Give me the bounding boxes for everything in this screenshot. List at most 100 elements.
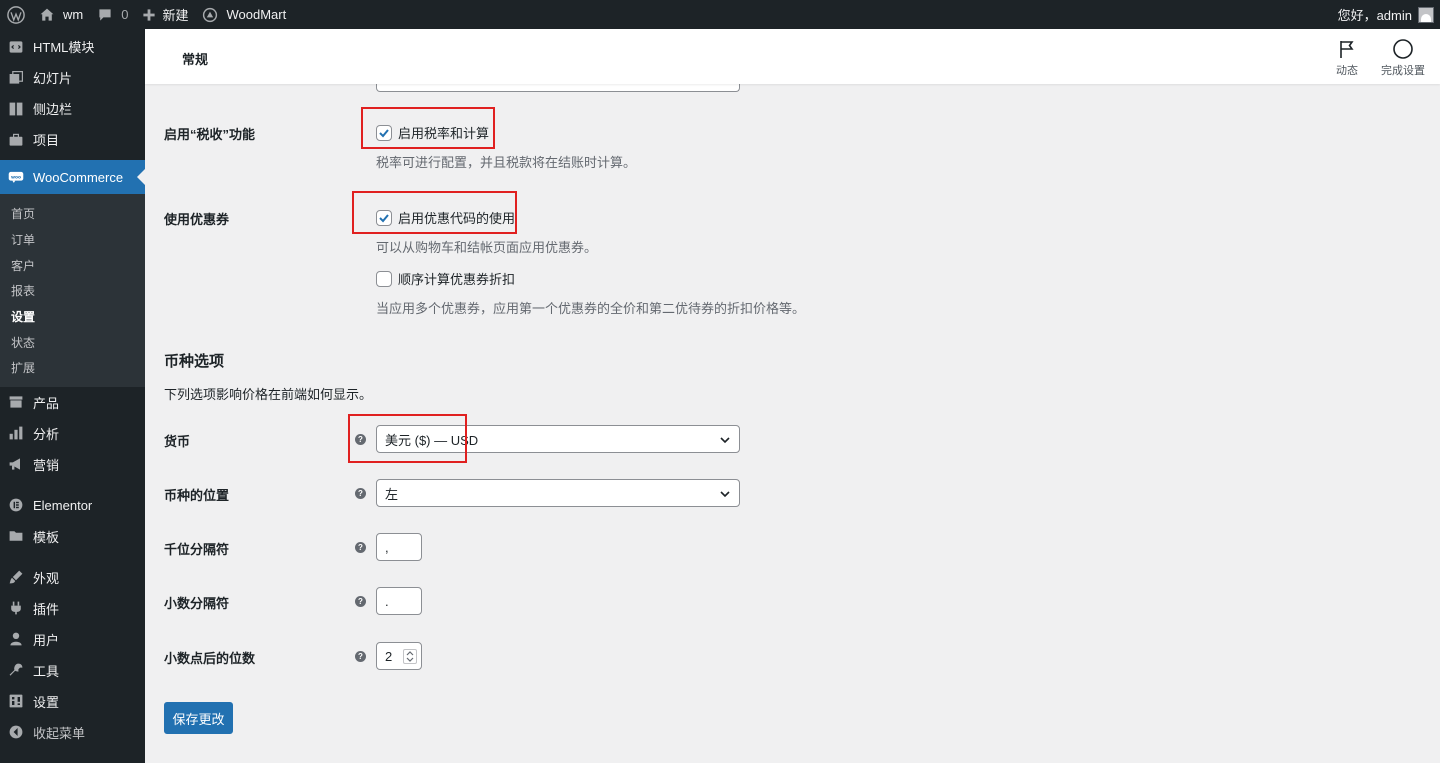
menu-label: 用户 — [33, 632, 60, 648]
my-account[interactable]: 您好，admin — [1338, 0, 1434, 29]
menu-label: 侧边栏 — [33, 102, 73, 117]
sequential-coupons-option[interactable]: 顺序计算优惠券折扣 — [376, 269, 515, 288]
submenu-item-orders[interactable]: 订单 — [0, 227, 145, 253]
collapse-icon — [8, 724, 24, 740]
enable-tax-checkbox[interactable] — [376, 124, 392, 141]
plus-icon — [143, 8, 156, 21]
enable-coupons-label: 启用优惠代码的使用 — [398, 211, 516, 226]
menu-label: 产品 — [33, 395, 60, 411]
portfolio-briefcase-icon — [8, 132, 24, 148]
admin-bar: wm 0 新建 WoodMart 您好，admin — [0, 0, 1440, 29]
enable-tax-option[interactable]: 启用税率和计算 — [376, 123, 489, 142]
wordpress-logo[interactable] — [0, 0, 32, 29]
new-label: 新建 — [162, 8, 189, 23]
help-icon[interactable]: ? — [355, 542, 366, 553]
decimals-number-input[interactable]: 2 — [376, 642, 422, 670]
currency-options-title: 币种选项 — [164, 353, 225, 370]
menu-label: WooCommerce — [33, 169, 124, 185]
svg-text:woo: woo — [11, 175, 21, 180]
decimal-separator-row-label: 小数分隔符 — [164, 596, 230, 611]
currency-position-select[interactable]: 左 — [376, 479, 740, 507]
currency-position-value: 左 — [385, 486, 399, 502]
menu-item-settings[interactable]: 设置 — [0, 686, 145, 717]
menu-item-woocommerce[interactable]: woo WooCommerce — [0, 160, 145, 194]
thousand-separator-row-label: 千位分隔符 — [164, 542, 230, 557]
currency-position-row-label: 币种的位置 — [164, 488, 230, 503]
submenu-item-extensions[interactable]: 扩展 — [0, 355, 145, 381]
menu-item-elementor[interactable]: Elementor — [0, 490, 145, 521]
thousand-separator-input[interactable]: , — [376, 533, 422, 561]
checkmark-icon — [379, 213, 389, 222]
menu-item-products[interactable]: 产品 — [0, 387, 145, 418]
menu-label: 收起菜单 — [33, 725, 86, 741]
tax-row-label: 启用“税收”功能 — [164, 127, 256, 142]
help-icon[interactable]: ? — [355, 488, 366, 499]
avatar — [1418, 6, 1434, 23]
sequential-coupons-label: 顺序计算优惠券折扣 — [398, 272, 516, 287]
finish-setup-button[interactable]: 完成设置 — [1381, 38, 1425, 78]
save-changes-button[interactable]: 保存更改 — [164, 702, 233, 734]
menu-label: Elementor — [33, 497, 93, 513]
menu-item-html-blocks[interactable]: HTML模块 — [0, 31, 145, 62]
elementor-icon — [8, 497, 24, 513]
checkmark-icon — [379, 128, 389, 137]
decimals-value: 2 — [385, 648, 393, 664]
comment-icon — [99, 8, 111, 21]
menu-item-slides[interactable]: 幻灯片 — [0, 62, 145, 93]
thousand-separator-value: , — [385, 539, 389, 555]
sequential-coupons-checkbox[interactable] — [376, 270, 392, 287]
submenu-item-status[interactable]: 状态 — [0, 329, 145, 355]
number-spinner[interactable] — [403, 649, 417, 664]
folder-icon — [8, 528, 24, 544]
enable-coupons-checkbox[interactable] — [376, 209, 392, 226]
comments-link[interactable]: 0 — [90, 0, 135, 29]
menu-label: 设置 — [33, 694, 60, 710]
page-title: 常规 — [182, 52, 209, 67]
wordpress-icon — [7, 5, 25, 24]
help-icon[interactable]: ? — [355, 434, 366, 445]
settings-content: 启用“税收”功能 启用税率和计算 税率可进行配置，并且税款将在结账时计算。 使用… — [145, 78, 1440, 763]
decimals-row-label: 小数点后的位数 — [164, 651, 256, 666]
help-icon[interactable]: ? — [355, 651, 366, 662]
currency-value: 美元 ($) — USD — [385, 432, 479, 448]
help-icon[interactable]: ? — [355, 596, 366, 607]
sequential-coupons-description: 当应用多个优惠券，应用第一个优惠券的全价和第二优待券的折扣价格等。 — [376, 301, 806, 316]
page-header: 常规 动态 完成设置 — [145, 29, 1440, 84]
activity-button[interactable]: 动态 — [1336, 38, 1358, 78]
decimal-separator-value: . — [385, 593, 389, 609]
menu-item-users[interactable]: 用户 — [0, 624, 145, 655]
menu-item-templates[interactable]: 模板 — [0, 521, 145, 552]
decimal-separator-input[interactable]: . — [376, 587, 422, 615]
currency-select[interactable]: 美元 ($) — USD — [376, 425, 740, 453]
wrench-icon — [8, 662, 24, 678]
woodmart-icon — [203, 7, 218, 22]
menu-item-appearance[interactable]: 外观 — [0, 562, 145, 593]
coupons-row-label: 使用优惠券 — [164, 212, 230, 227]
greeting: 您好，admin — [1337, 8, 1412, 23]
new-content-link[interactable]: 新建 — [135, 0, 195, 29]
tax-description: 税率可进行配置，并且税款将在结账时计算。 — [376, 155, 637, 170]
submenu-item-reports[interactable]: 报表 — [0, 278, 145, 304]
menu-item-collapse[interactable]: 收起菜单 — [0, 717, 145, 748]
menu-label: HTML模块 — [33, 40, 95, 55]
menu-item-tools[interactable]: 工具 — [0, 655, 145, 686]
chevron-down-icon — [720, 437, 730, 444]
menu-item-marketing[interactable]: 营销 — [0, 449, 145, 480]
chevron-down-icon — [720, 491, 730, 498]
menu-item-analytics[interactable]: 分析 — [0, 418, 145, 449]
theme-label: WoodMart — [226, 7, 287, 22]
submenu-item-settings[interactable]: 设置 — [0, 304, 145, 330]
submenu-item-customers[interactable]: 客户 — [0, 252, 145, 278]
menu-item-sidebars[interactable]: 侧边栏 — [0, 93, 145, 124]
theme-link[interactable]: WoodMart — [195, 0, 293, 29]
finish-setup-label: 完成设置 — [1381, 65, 1425, 77]
activity-label: 动态 — [1336, 65, 1358, 77]
menu-item-plugins[interactable]: 插件 — [0, 593, 145, 624]
site-name: wm — [63, 7, 84, 22]
site-name-link[interactable]: wm — [32, 0, 90, 29]
flag-icon — [1338, 38, 1356, 60]
enable-coupons-option[interactable]: 启用优惠代码的使用 — [376, 208, 515, 227]
menu-label: 分析 — [33, 426, 60, 442]
menu-item-portfolio[interactable]: 项目 — [0, 124, 145, 155]
submenu-item-home[interactable]: 首页 — [0, 201, 145, 227]
